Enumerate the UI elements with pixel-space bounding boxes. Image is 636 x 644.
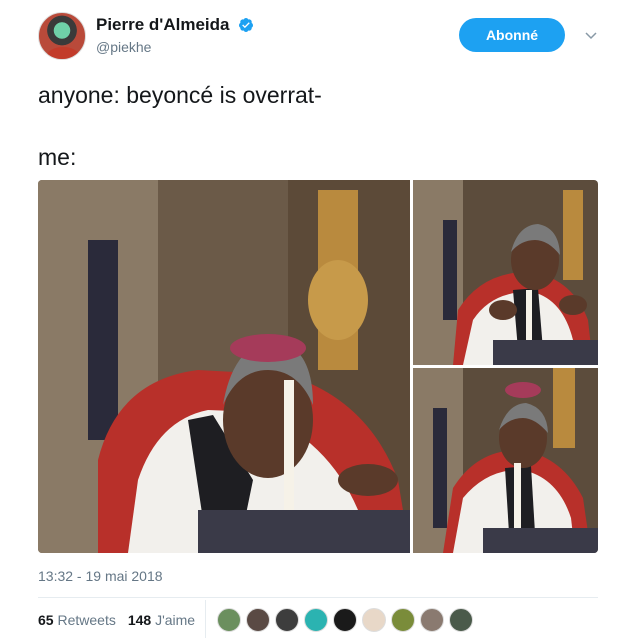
retweets-stat[interactable]: 65 Retweets [38,612,116,628]
liker-avatars [217,608,478,632]
media-grid [38,180,598,553]
liker-avatar[interactable] [275,608,299,632]
retweets-count: 65 [38,612,54,628]
tweet-text-line: anyone: beyoncé is overrat- [38,82,322,108]
liker-avatar[interactable] [304,608,328,632]
liker-avatar[interactable] [449,608,473,632]
photo-image [413,180,598,365]
tweet-timestamp[interactable]: 13:32 - 19 mai 2018 [38,568,163,584]
tweet-text-line: me: [38,144,77,170]
author-avatar[interactable] [38,12,86,60]
liker-avatar[interactable] [391,608,415,632]
liker-avatar[interactable] [333,608,357,632]
follow-button[interactable]: Abonné [459,18,565,52]
chevron-down-icon[interactable] [584,28,598,42]
likes-label: J'aime [155,612,196,628]
photo-top-right[interactable] [413,180,598,365]
author-names: Pierre d'Almeida @piekhe [96,15,254,55]
tweet-stats: 65 Retweets 148 J'aime [38,612,207,628]
author-handle[interactable]: @piekhe [96,39,254,55]
photo-bottom-right[interactable] [413,368,598,553]
verified-badge-icon [238,18,253,32]
liker-avatar[interactable] [246,608,270,632]
liker-avatar[interactable] [362,608,386,632]
liker-avatar[interactable] [217,608,241,632]
tweet-text: anyone: beyoncé is overrat- me: [38,80,598,170]
likes-count: 148 [127,612,152,628]
photo-image [413,368,598,553]
photo-main[interactable] [38,180,410,553]
stats-separator [205,600,206,638]
divider [38,597,598,598]
tweet-header: Pierre d'Almeida @piekhe Abonné [38,12,598,62]
photo-image [38,180,410,553]
likes-stat[interactable]: 148 J'aime [128,612,195,628]
retweets-label: Retweets [57,612,116,628]
author-display-name[interactable]: Pierre d'Almeida [96,15,230,35]
liker-avatar[interactable] [420,608,444,632]
